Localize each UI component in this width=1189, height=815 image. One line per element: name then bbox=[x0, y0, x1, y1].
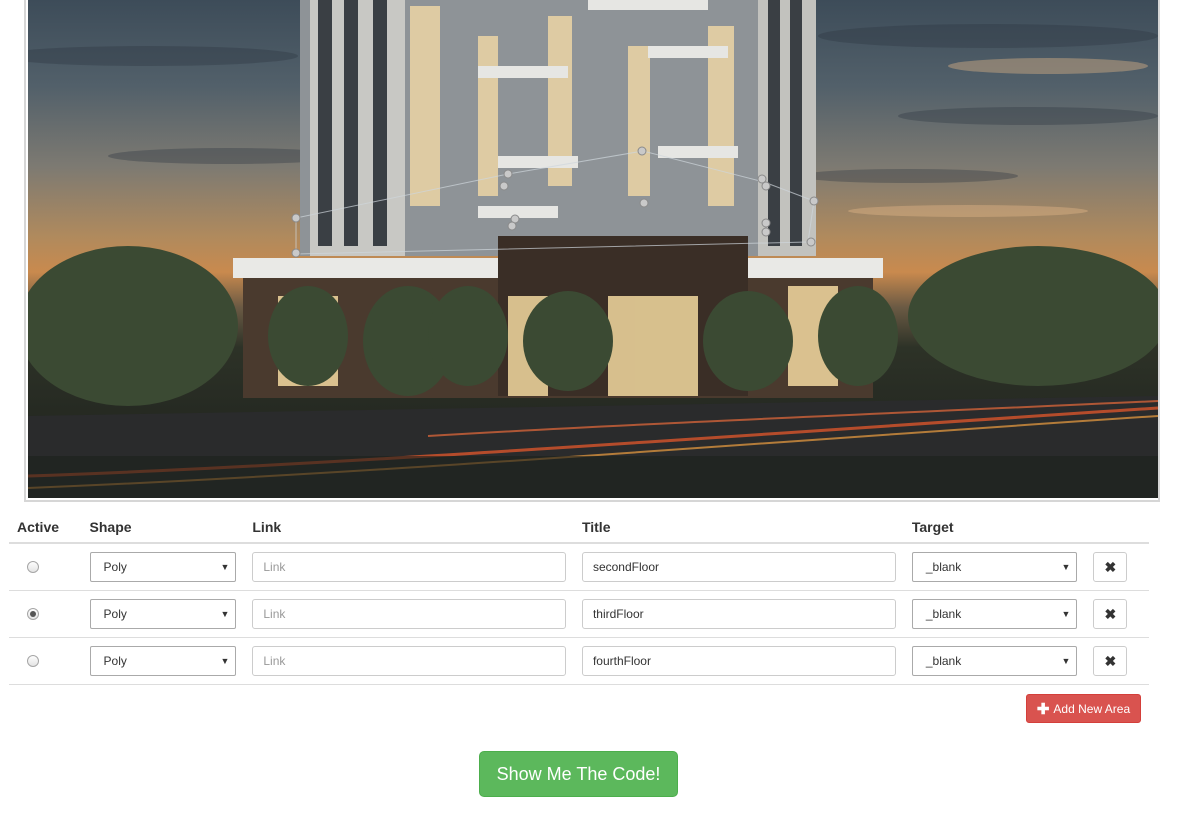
title-input[interactable]: secondFloor bbox=[581, 552, 896, 582]
header-shape: Shape bbox=[81, 512, 245, 544]
add-new-area-label: Add New Area bbox=[1053, 701, 1131, 716]
building-illustration bbox=[28, 0, 1158, 498]
title-input[interactable]: fourthFloor bbox=[581, 646, 896, 676]
building-render-image bbox=[28, 0, 1158, 498]
header-actions bbox=[1085, 512, 1149, 544]
caret-down-icon: ▼ bbox=[220, 609, 230, 619]
caret-down-icon: ▼ bbox=[1061, 656, 1071, 666]
link-input[interactable]: Link bbox=[252, 552, 566, 582]
header-link: Link bbox=[244, 512, 574, 544]
shape-select-value: Poly bbox=[103, 560, 127, 574]
target-select[interactable]: _blank ▼ bbox=[911, 552, 1078, 582]
table-row: Poly ▼ Link secondFloor _blank ▼ ✖ bbox=[9, 543, 1149, 591]
caret-down-icon: ▼ bbox=[220, 562, 230, 572]
active-radio[interactable] bbox=[27, 655, 39, 667]
table-row: Poly ▼ Link fourthFloor _blank ▼ ✖ bbox=[9, 637, 1149, 685]
target-select[interactable]: _blank ▼ bbox=[911, 599, 1078, 629]
delete-area-button[interactable]: ✖ bbox=[1093, 599, 1128, 629]
header-target: Target bbox=[903, 512, 1086, 544]
link-input[interactable]: Link bbox=[252, 646, 566, 676]
areas-table: Active Shape Link Title Target Poly ▼ Li… bbox=[9, 512, 1149, 685]
shape-select[interactable]: Poly ▼ bbox=[89, 552, 237, 582]
target-select[interactable]: _blank ▼ bbox=[911, 646, 1078, 676]
times-icon: ✖ bbox=[1104, 605, 1117, 622]
shape-select[interactable]: Poly ▼ bbox=[89, 599, 237, 629]
header-active: Active bbox=[9, 512, 82, 544]
shape-select-value: Poly bbox=[103, 607, 127, 621]
caret-down-icon: ▼ bbox=[1061, 562, 1071, 572]
header-title: Title bbox=[573, 512, 904, 544]
plus-icon: ✚ bbox=[1036, 700, 1050, 718]
show-code-button[interactable]: Show Me The Code! bbox=[479, 751, 678, 797]
times-icon: ✖ bbox=[1104, 652, 1117, 669]
times-icon: ✖ bbox=[1104, 558, 1117, 575]
link-input[interactable]: Link bbox=[252, 599, 566, 629]
shape-select-value: Poly bbox=[103, 654, 127, 668]
shape-select[interactable]: Poly ▼ bbox=[89, 646, 237, 676]
image-map-canvas[interactable] bbox=[24, 0, 1160, 502]
caret-down-icon: ▼ bbox=[220, 656, 230, 666]
target-select-value: _blank bbox=[925, 654, 962, 668]
title-input[interactable]: thirdFloor bbox=[581, 599, 896, 629]
table-header-row: Active Shape Link Title Target bbox=[9, 512, 1149, 544]
active-radio[interactable] bbox=[27, 608, 39, 620]
active-radio[interactable] bbox=[27, 561, 39, 573]
add-new-area-button[interactable]: ✚ Add New Area bbox=[1026, 694, 1141, 723]
show-code-label: Show Me The Code! bbox=[496, 763, 661, 784]
table-row: Poly ▼ Link thirdFloor _blank ▼ ✖ bbox=[9, 590, 1149, 638]
delete-area-button[interactable]: ✖ bbox=[1093, 646, 1128, 676]
target-select-value: _blank bbox=[925, 607, 962, 621]
target-select-value: _blank bbox=[925, 560, 962, 574]
caret-down-icon: ▼ bbox=[1061, 609, 1071, 619]
delete-area-button[interactable]: ✖ bbox=[1093, 552, 1128, 582]
